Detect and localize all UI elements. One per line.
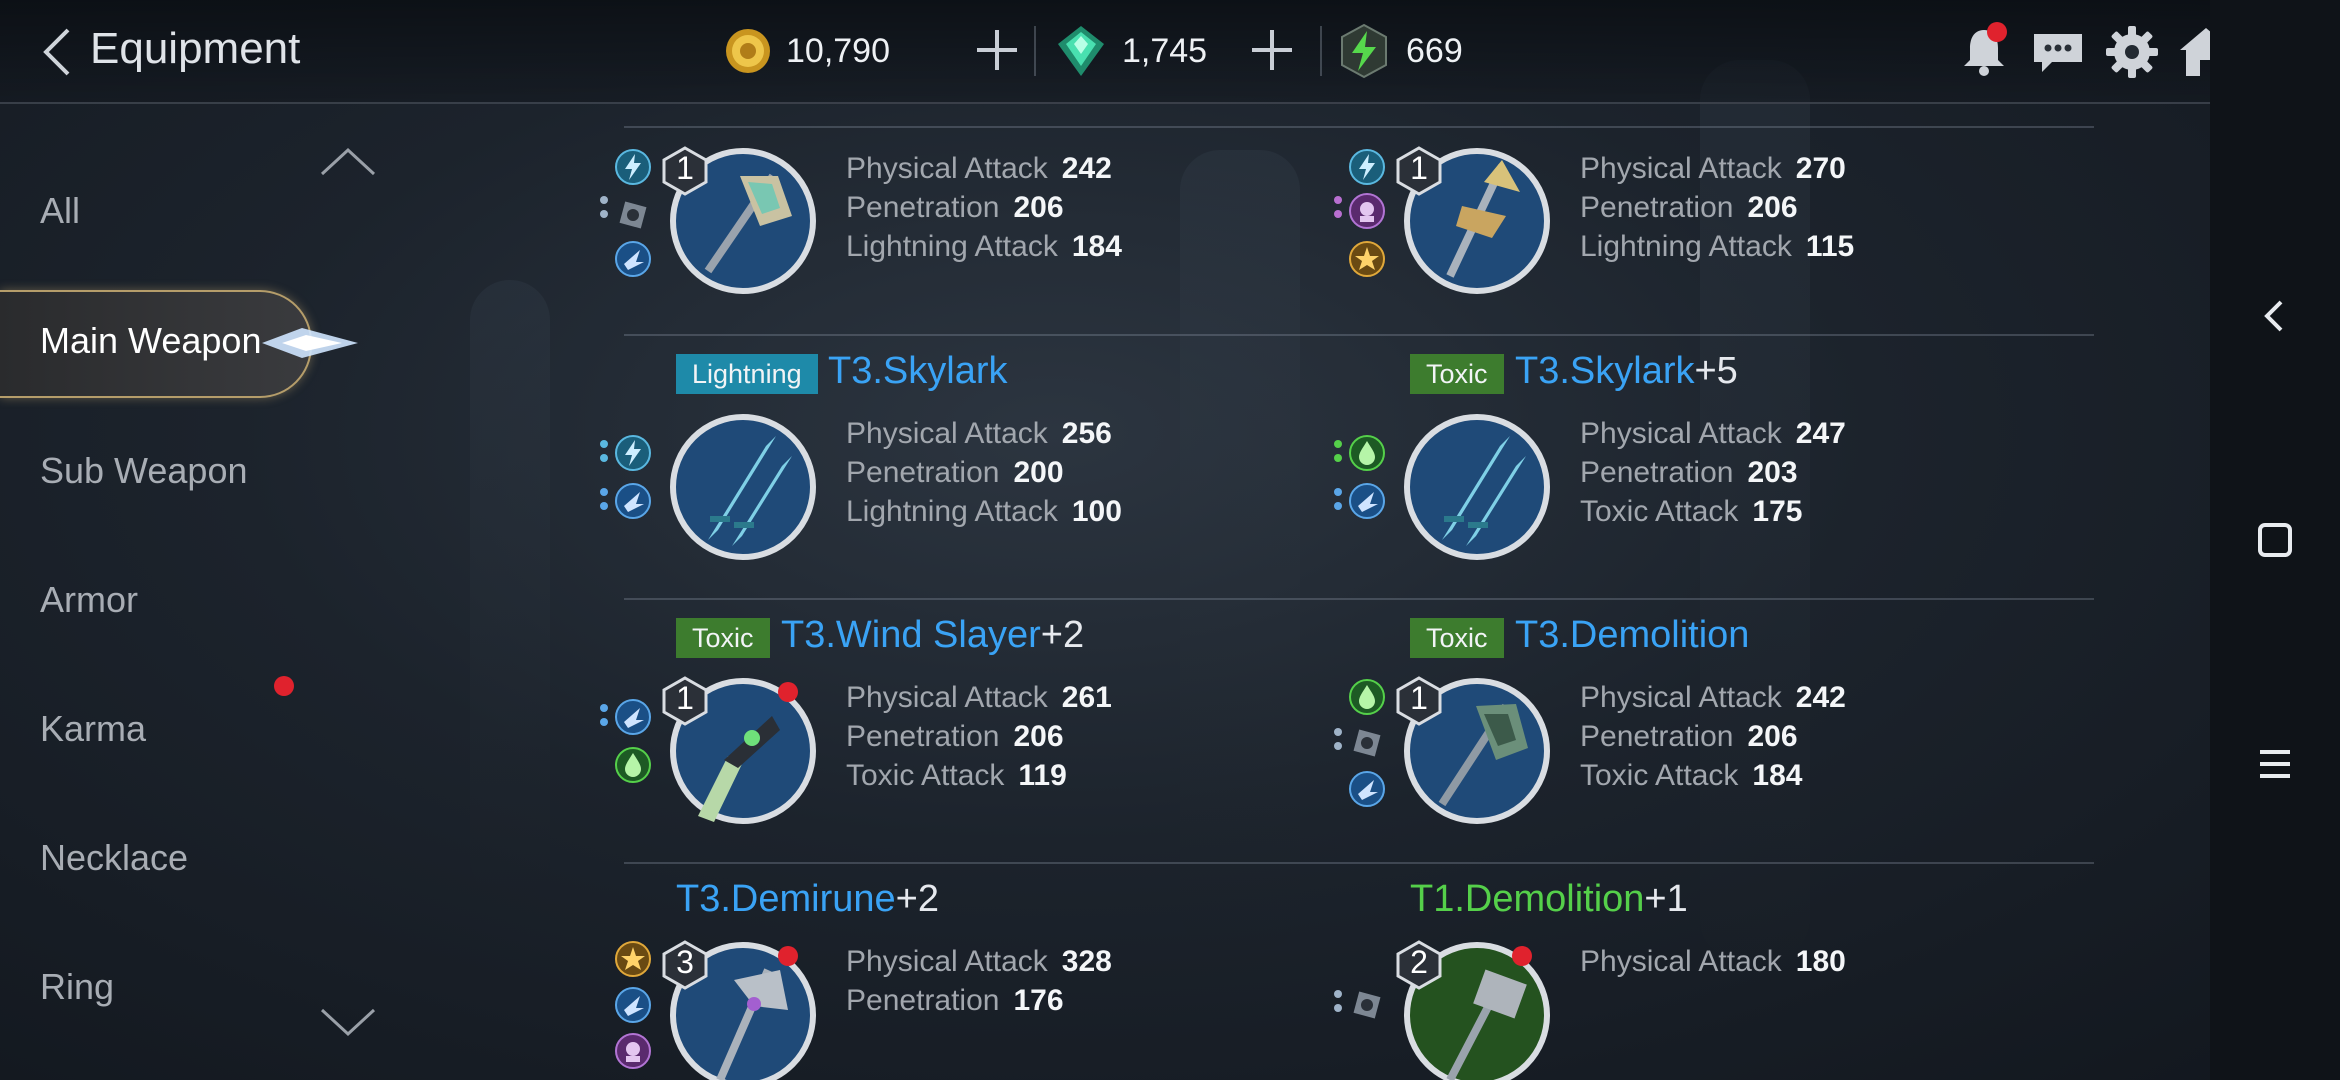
options-dots[interactable] — [1334, 440, 1342, 470]
new-item-badge — [778, 682, 798, 702]
wind-skill-icon — [615, 699, 651, 735]
curse-skill-icon — [1349, 193, 1385, 229]
gold-currency: 10,790 — [724, 20, 890, 82]
item-stats: Physical Attack 242 Penetration 206 Toxic … — [1580, 681, 1846, 792]
scroll-down-chevron-icon[interactable] — [316, 1002, 380, 1042]
item-stats: Physical Attack 247 Penetration 203 Toxic … — [1580, 417, 1846, 528]
star-skill-icon — [1349, 241, 1385, 277]
wind-skill-icon — [615, 241, 651, 277]
item-level: 1 — [1410, 680, 1428, 716]
wind-skill-icon — [1349, 771, 1385, 807]
gem-currency: 1,745 — [1054, 20, 1207, 82]
options-dots[interactable] — [1334, 196, 1342, 226]
star-skill-icon — [615, 941, 651, 977]
item-level: 1 — [676, 680, 694, 716]
new-item-badge — [778, 946, 798, 966]
element-tag: Toxic — [1410, 618, 1504, 658]
category-karma[interactable]: Karma — [40, 708, 146, 750]
chat-icon[interactable] — [2028, 22, 2088, 82]
item-name: T3.Skylark — [828, 350, 1008, 392]
sword-pointer-icon — [262, 328, 358, 358]
options-dots[interactable] — [600, 196, 608, 226]
category-ring[interactable]: Ring — [40, 966, 114, 1008]
element-tag: Toxic — [1410, 354, 1504, 394]
options-dots[interactable] — [600, 440, 608, 470]
row-divider — [624, 126, 2094, 128]
page-title: Equipment — [90, 24, 301, 73]
options-dots[interactable] — [600, 704, 608, 734]
element-tag: Lightning — [676, 354, 818, 394]
karma-notification-badge — [274, 676, 294, 696]
system-nav-bar — [2210, 0, 2340, 1080]
top-bar: Equipment 10,790 1,745 669 — [0, 0, 2232, 104]
item-name: T3.Demirune+2 — [676, 878, 939, 920]
nav-recents-icon[interactable] — [2245, 734, 2305, 794]
energy-amount: 669 — [1406, 31, 1463, 70]
lightning-skill-icon — [615, 149, 651, 185]
gold-amount: 10,790 — [786, 31, 890, 70]
item-level: 1 — [676, 150, 694, 186]
options-dots[interactable] — [600, 488, 608, 518]
wind-skill-icon — [1349, 483, 1385, 519]
row-divider — [624, 334, 2094, 336]
item-level: 2 — [1410, 944, 1428, 980]
nav-home-icon[interactable] — [2245, 510, 2305, 570]
row-divider — [624, 862, 2094, 864]
wind-skill-icon — [615, 483, 651, 519]
category-all[interactable]: All — [40, 190, 80, 232]
add-gem-button[interactable] — [1246, 24, 1298, 76]
gear-rune-icon — [1353, 991, 1381, 1019]
notification-badge — [1987, 22, 2007, 42]
lightning-skill-icon — [615, 435, 651, 471]
category-sub-weapon[interactable]: Sub Weapon — [40, 450, 248, 492]
options-dots[interactable] — [1334, 488, 1342, 518]
item-name: T3.Skylark+5 — [1515, 350, 1738, 392]
gear-rune-icon — [619, 201, 647, 229]
new-item-badge — [1512, 946, 1532, 966]
add-gold-button[interactable] — [971, 24, 1023, 76]
toxic-skill-icon — [1349, 679, 1385, 715]
green-crystal-icon — [1058, 26, 1104, 76]
item-name: T3.Demolition — [1515, 614, 1750, 656]
toxic-skill-icon — [1349, 435, 1385, 471]
wind-skill-icon — [615, 987, 651, 1023]
item-level: 3 — [676, 944, 694, 980]
item-stats: Physical Attack 270 Penetration 206 Lightn… — [1580, 152, 1855, 263]
energy-currency: 669 — [1336, 20, 1463, 82]
lightning-skill-icon — [1349, 149, 1385, 185]
gear-rune-icon — [1353, 729, 1381, 757]
gold-coin-icon — [726, 29, 770, 73]
item-stats: Physical Attack 328 Penetration 176 — [846, 945, 1112, 1017]
dual-blades-weapon-icon — [1404, 414, 1550, 560]
item-name: T1.Demolition+1 — [1410, 878, 1688, 920]
curse-skill-icon — [615, 1033, 651, 1069]
item-level: 1 — [1410, 150, 1428, 186]
lightning-energy-icon — [1341, 23, 1387, 79]
nav-back-icon[interactable] — [2245, 286, 2305, 346]
category-main-weapon[interactable]: Main Weapon — [40, 320, 261, 362]
options-dots[interactable] — [1334, 990, 1342, 1020]
toxic-skill-icon — [615, 747, 651, 783]
category-armor[interactable]: Armor — [40, 579, 138, 621]
item-stats: Physical Attack 180 — [1580, 945, 1846, 978]
settings-gear-icon[interactable] — [2102, 22, 2162, 82]
scroll-up-chevron-icon[interactable] — [316, 142, 380, 182]
divider — [1320, 26, 1322, 76]
item-stats: Physical Attack 256 Penetration 200 Lightn… — [846, 417, 1122, 528]
item-name: T3.Wind Slayer+2 — [781, 614, 1085, 656]
item-stats: Physical Attack 261 Penetration 206 Toxic … — [846, 681, 1112, 792]
back-arrow-icon[interactable] — [32, 22, 92, 82]
row-divider — [624, 598, 2094, 600]
item-stats: Physical Attack 242 Penetration 206 Lightn… — [846, 152, 1122, 263]
element-tag: Toxic — [676, 618, 770, 658]
dual-blades-weapon-icon — [670, 414, 816, 560]
divider — [1034, 26, 1036, 76]
gem-amount: 1,745 — [1122, 31, 1208, 70]
options-dots[interactable] — [1334, 728, 1342, 758]
category-necklace[interactable]: Necklace — [40, 837, 188, 879]
